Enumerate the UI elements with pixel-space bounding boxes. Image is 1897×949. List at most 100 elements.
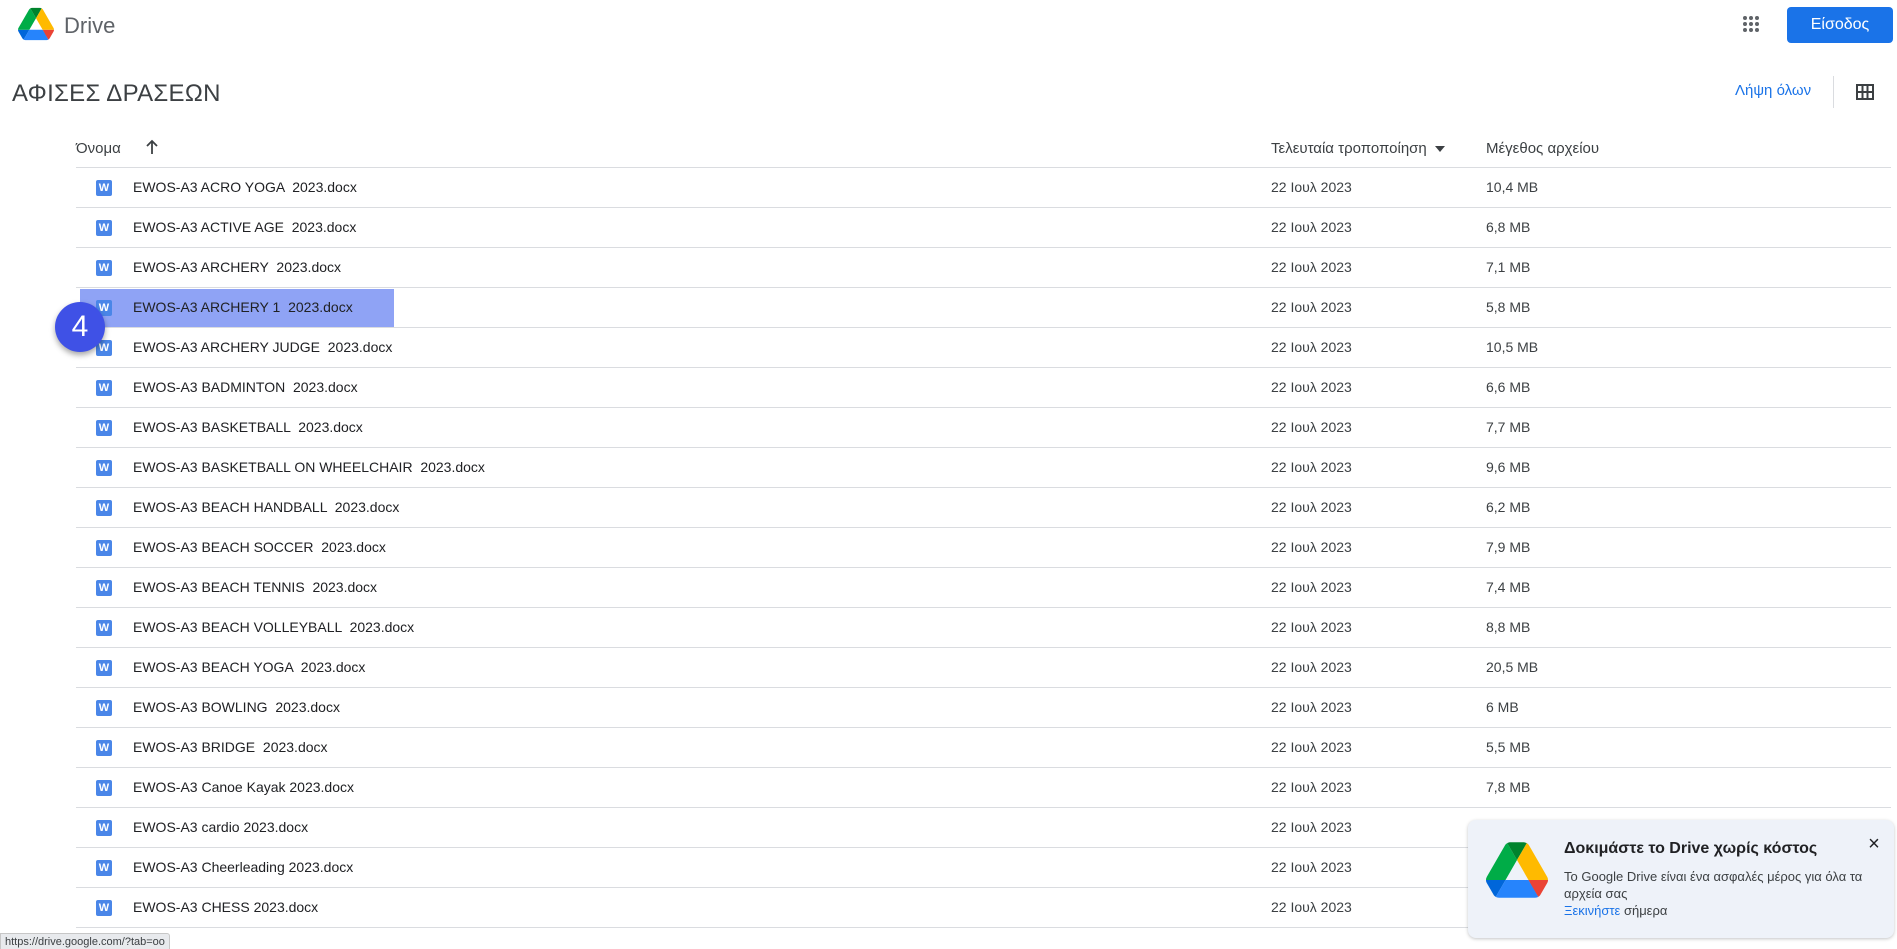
sign-in-button[interactable]: Είσοδος xyxy=(1787,7,1893,43)
table-row[interactable]: W EWOS-A3 BEACH TENNIS 2023.docx 22 Ιουλ 2… xyxy=(76,568,1891,608)
file-size: 7,9 MB xyxy=(1486,539,1531,555)
file-modified: 22 Ιουλ 2023 xyxy=(1271,219,1352,235)
file-list: W EWOS-A3 ACRO YOGA 2023.docx 22 Ιουλ 2023… xyxy=(76,168,1891,928)
word-doc-icon: W xyxy=(96,420,112,436)
folder-title: ΑΦΙΣΕΣ ΔΡΑΣΕΩΝ xyxy=(12,80,221,107)
status-bar-url: https://drive.google.com/?tab=oo xyxy=(0,933,170,949)
file-size: 6,8 MB xyxy=(1486,219,1531,235)
table-row[interactable]: W EWOS-A3 ACTIVE AGE 2023.docx 22 Ιουλ 202… xyxy=(76,208,1891,248)
file-size: 7,4 MB xyxy=(1486,579,1531,595)
word-doc-icon: W xyxy=(96,860,112,876)
table-row[interactable]: W EWOS-A3 BEACH HANDBALL 2023.docx 22 Ιουλ… xyxy=(76,488,1891,528)
table-row[interactable]: W EWOS-A3 BEACH SOCCER 2023.docx 22 Ιουλ 2… xyxy=(76,528,1891,568)
file-name[interactable]: EWOS-A3 BEACH HANDBALL 2023.docx xyxy=(133,499,399,515)
file-size: 6,6 MB xyxy=(1486,379,1531,395)
file-name[interactable]: EWOS-A3 BOWLING 2023.docx xyxy=(133,699,340,715)
app-title: Drive xyxy=(64,13,116,38)
file-name[interactable]: EWOS-A3 CHESS 2023.docx xyxy=(133,899,318,915)
table-row[interactable]: W EWOS-A3 Canoe Kayak 2023.docx 22 Ιουλ 20… xyxy=(76,768,1891,808)
file-name[interactable]: EWOS-A3 BASKETBALL 2023.docx xyxy=(133,419,363,435)
file-name[interactable]: EWOS-A3 ARCHERY 1 2023.docx xyxy=(133,299,353,315)
table-row[interactable]: W EWOS-A3 ARCHERY 1 2023.docx 22 Ιουλ 2023… xyxy=(76,288,1891,328)
word-doc-icon: W xyxy=(96,260,112,276)
file-name[interactable]: EWOS-A3 BASKETBALL ON WHEELCHAIR 2023.do… xyxy=(133,459,485,475)
file-size: 8,8 MB xyxy=(1486,619,1531,635)
file-size: 7,8 MB xyxy=(1486,779,1531,795)
file-modified: 22 Ιουλ 2023 xyxy=(1271,179,1352,195)
file-size: 6 MB xyxy=(1486,699,1519,715)
file-modified: 22 Ιουλ 2023 xyxy=(1271,859,1352,875)
file-modified: 22 Ιουλ 2023 xyxy=(1271,659,1352,675)
file-name[interactable]: EWOS-A3 BADMINTON 2023.docx xyxy=(133,379,358,395)
file-modified: 22 Ιουλ 2023 xyxy=(1271,379,1352,395)
file-name[interactable]: EWOS-A3 BEACH YOGA 2023.docx xyxy=(133,659,365,675)
word-doc-icon: W xyxy=(96,820,112,836)
file-name[interactable]: EWOS-A3 BRIDGE 2023.docx xyxy=(133,739,328,755)
column-header-modified-label: Τελευταία τροποποίηση xyxy=(1271,140,1427,157)
file-modified: 22 Ιουλ 2023 xyxy=(1271,899,1352,915)
table-row[interactable]: W EWOS-A3 ACRO YOGA 2023.docx 22 Ιουλ 2023… xyxy=(76,168,1891,208)
file-modified: 22 Ιουλ 2023 xyxy=(1271,739,1352,755)
file-modified: 22 Ιουλ 2023 xyxy=(1271,699,1352,715)
table-row[interactable]: W EWOS-A3 BASKETBALL 2023.docx 22 Ιουλ 202… xyxy=(76,408,1891,448)
promo-card: Δοκιμάστε το Drive χωρίς κόστος Το Googl… xyxy=(1468,820,1894,938)
table-row[interactable]: W EWOS-A3 BOWLING 2023.docx 22 Ιουλ 2023 6 … xyxy=(76,688,1891,728)
promo-body-text: Το Google Drive είναι ένα ασφαλές μέρος … xyxy=(1564,869,1863,901)
file-modified: 22 Ιουλ 2023 xyxy=(1271,259,1352,275)
drive-logo-icon xyxy=(1486,842,1548,898)
toolbar-divider xyxy=(1833,76,1834,108)
column-header-modified[interactable]: Τελευταία τροποποίηση xyxy=(1271,140,1445,157)
word-doc-icon: W xyxy=(96,740,112,756)
file-modified: 22 Ιουλ 2023 xyxy=(1271,419,1352,435)
file-name[interactable]: EWOS-A3 ARCHERY JUDGE 2023.docx xyxy=(133,339,392,355)
file-size: 9,6 MB xyxy=(1486,459,1531,475)
word-doc-icon: W xyxy=(96,540,112,556)
word-doc-icon: W xyxy=(96,620,112,636)
file-size: 7,7 MB xyxy=(1486,419,1531,435)
file-name[interactable]: EWOS-A3 BEACH SOCCER 2023.docx xyxy=(133,539,386,555)
table-row[interactable]: W EWOS-A3 BEACH VOLLEYBALL 2023.docx 22 Ιο… xyxy=(76,608,1891,648)
file-size: 10,5 MB xyxy=(1486,339,1539,355)
table-row[interactable]: W EWOS-A3 BADMINTON 2023.docx 22 Ιουλ 2023… xyxy=(76,368,1891,408)
table-row[interactable]: W EWOS-A3 BEACH YOGA 2023.docx 22 Ιουλ 202… xyxy=(76,648,1891,688)
close-icon[interactable]: × xyxy=(1864,834,1884,854)
promo-title: Δοκιμάστε το Drive χωρίς κόστος xyxy=(1564,840,1818,857)
file-size: 5,8 MB xyxy=(1486,299,1531,315)
sort-caret-icon xyxy=(1434,146,1445,153)
word-doc-icon: W xyxy=(96,700,112,716)
top-bar: Drive Είσοδος xyxy=(0,0,1897,52)
file-size: 20,5 MB xyxy=(1486,659,1539,675)
file-name[interactable]: EWOS-A3 ACRO YOGA 2023.docx xyxy=(133,179,357,195)
file-modified: 22 Ιουλ 2023 xyxy=(1271,539,1352,555)
table-row[interactable]: W EWOS-A3 BRIDGE 2023.docx 22 Ιουλ 2023 5,5… xyxy=(76,728,1891,768)
drive-logo-icon[interactable] xyxy=(18,6,54,42)
file-size: 6,2 MB xyxy=(1486,499,1531,515)
file-name[interactable]: EWOS-A3 BEACH VOLLEYBALL 2023.docx xyxy=(133,619,414,635)
table-row[interactable]: W EWOS-A3 ARCHERY JUDGE 2023.docx 22 Ιουλ … xyxy=(76,328,1891,368)
file-modified: 22 Ιουλ 2023 xyxy=(1271,299,1352,315)
file-size: 7,1 MB xyxy=(1486,259,1531,275)
file-modified: 22 Ιουλ 2023 xyxy=(1271,459,1352,475)
file-name[interactable]: EWOS-A3 ACTIVE AGE 2023.docx xyxy=(133,219,356,235)
file-modified: 22 Ιουλ 2023 xyxy=(1271,339,1352,355)
word-doc-icon: W xyxy=(96,380,112,396)
file-name[interactable]: EWOS-A3 ARCHERY 2023.docx xyxy=(133,259,341,275)
column-header-size[interactable]: Μέγεθος αρχείου xyxy=(1486,140,1599,157)
file-name[interactable]: EWOS-A3 Cheerleading 2023.docx xyxy=(133,859,353,875)
apps-grid-icon[interactable] xyxy=(1742,15,1760,33)
file-size: 5,5 MB xyxy=(1486,739,1531,755)
table-row[interactable]: W EWOS-A3 ARCHERY 2023.docx 22 Ιουλ 2023 7,… xyxy=(76,248,1891,288)
grid-view-icon[interactable] xyxy=(1856,84,1874,100)
file-modified: 22 Ιουλ 2023 xyxy=(1271,779,1352,795)
sort-ascending-icon[interactable] xyxy=(143,138,161,156)
promo-start-link[interactable]: Ξεκινήστε xyxy=(1564,903,1620,918)
file-name[interactable]: EWOS-A3 BEACH TENNIS 2023.docx xyxy=(133,579,377,595)
table-row[interactable]: W EWOS-A3 BASKETBALL ON WHEELCHAIR 2023.d… xyxy=(76,448,1891,488)
file-modified: 22 Ιουλ 2023 xyxy=(1271,579,1352,595)
column-header-name[interactable]: Όνομα xyxy=(76,140,121,157)
word-doc-icon: W xyxy=(96,460,112,476)
promo-link-suffix: σήμερα xyxy=(1620,903,1668,918)
file-name[interactable]: EWOS-A3 cardio 2023.docx xyxy=(133,819,308,835)
download-all-link[interactable]: Λήψη όλων xyxy=(1735,82,1811,99)
file-name[interactable]: EWOS-A3 Canoe Kayak 2023.docx xyxy=(133,779,354,795)
